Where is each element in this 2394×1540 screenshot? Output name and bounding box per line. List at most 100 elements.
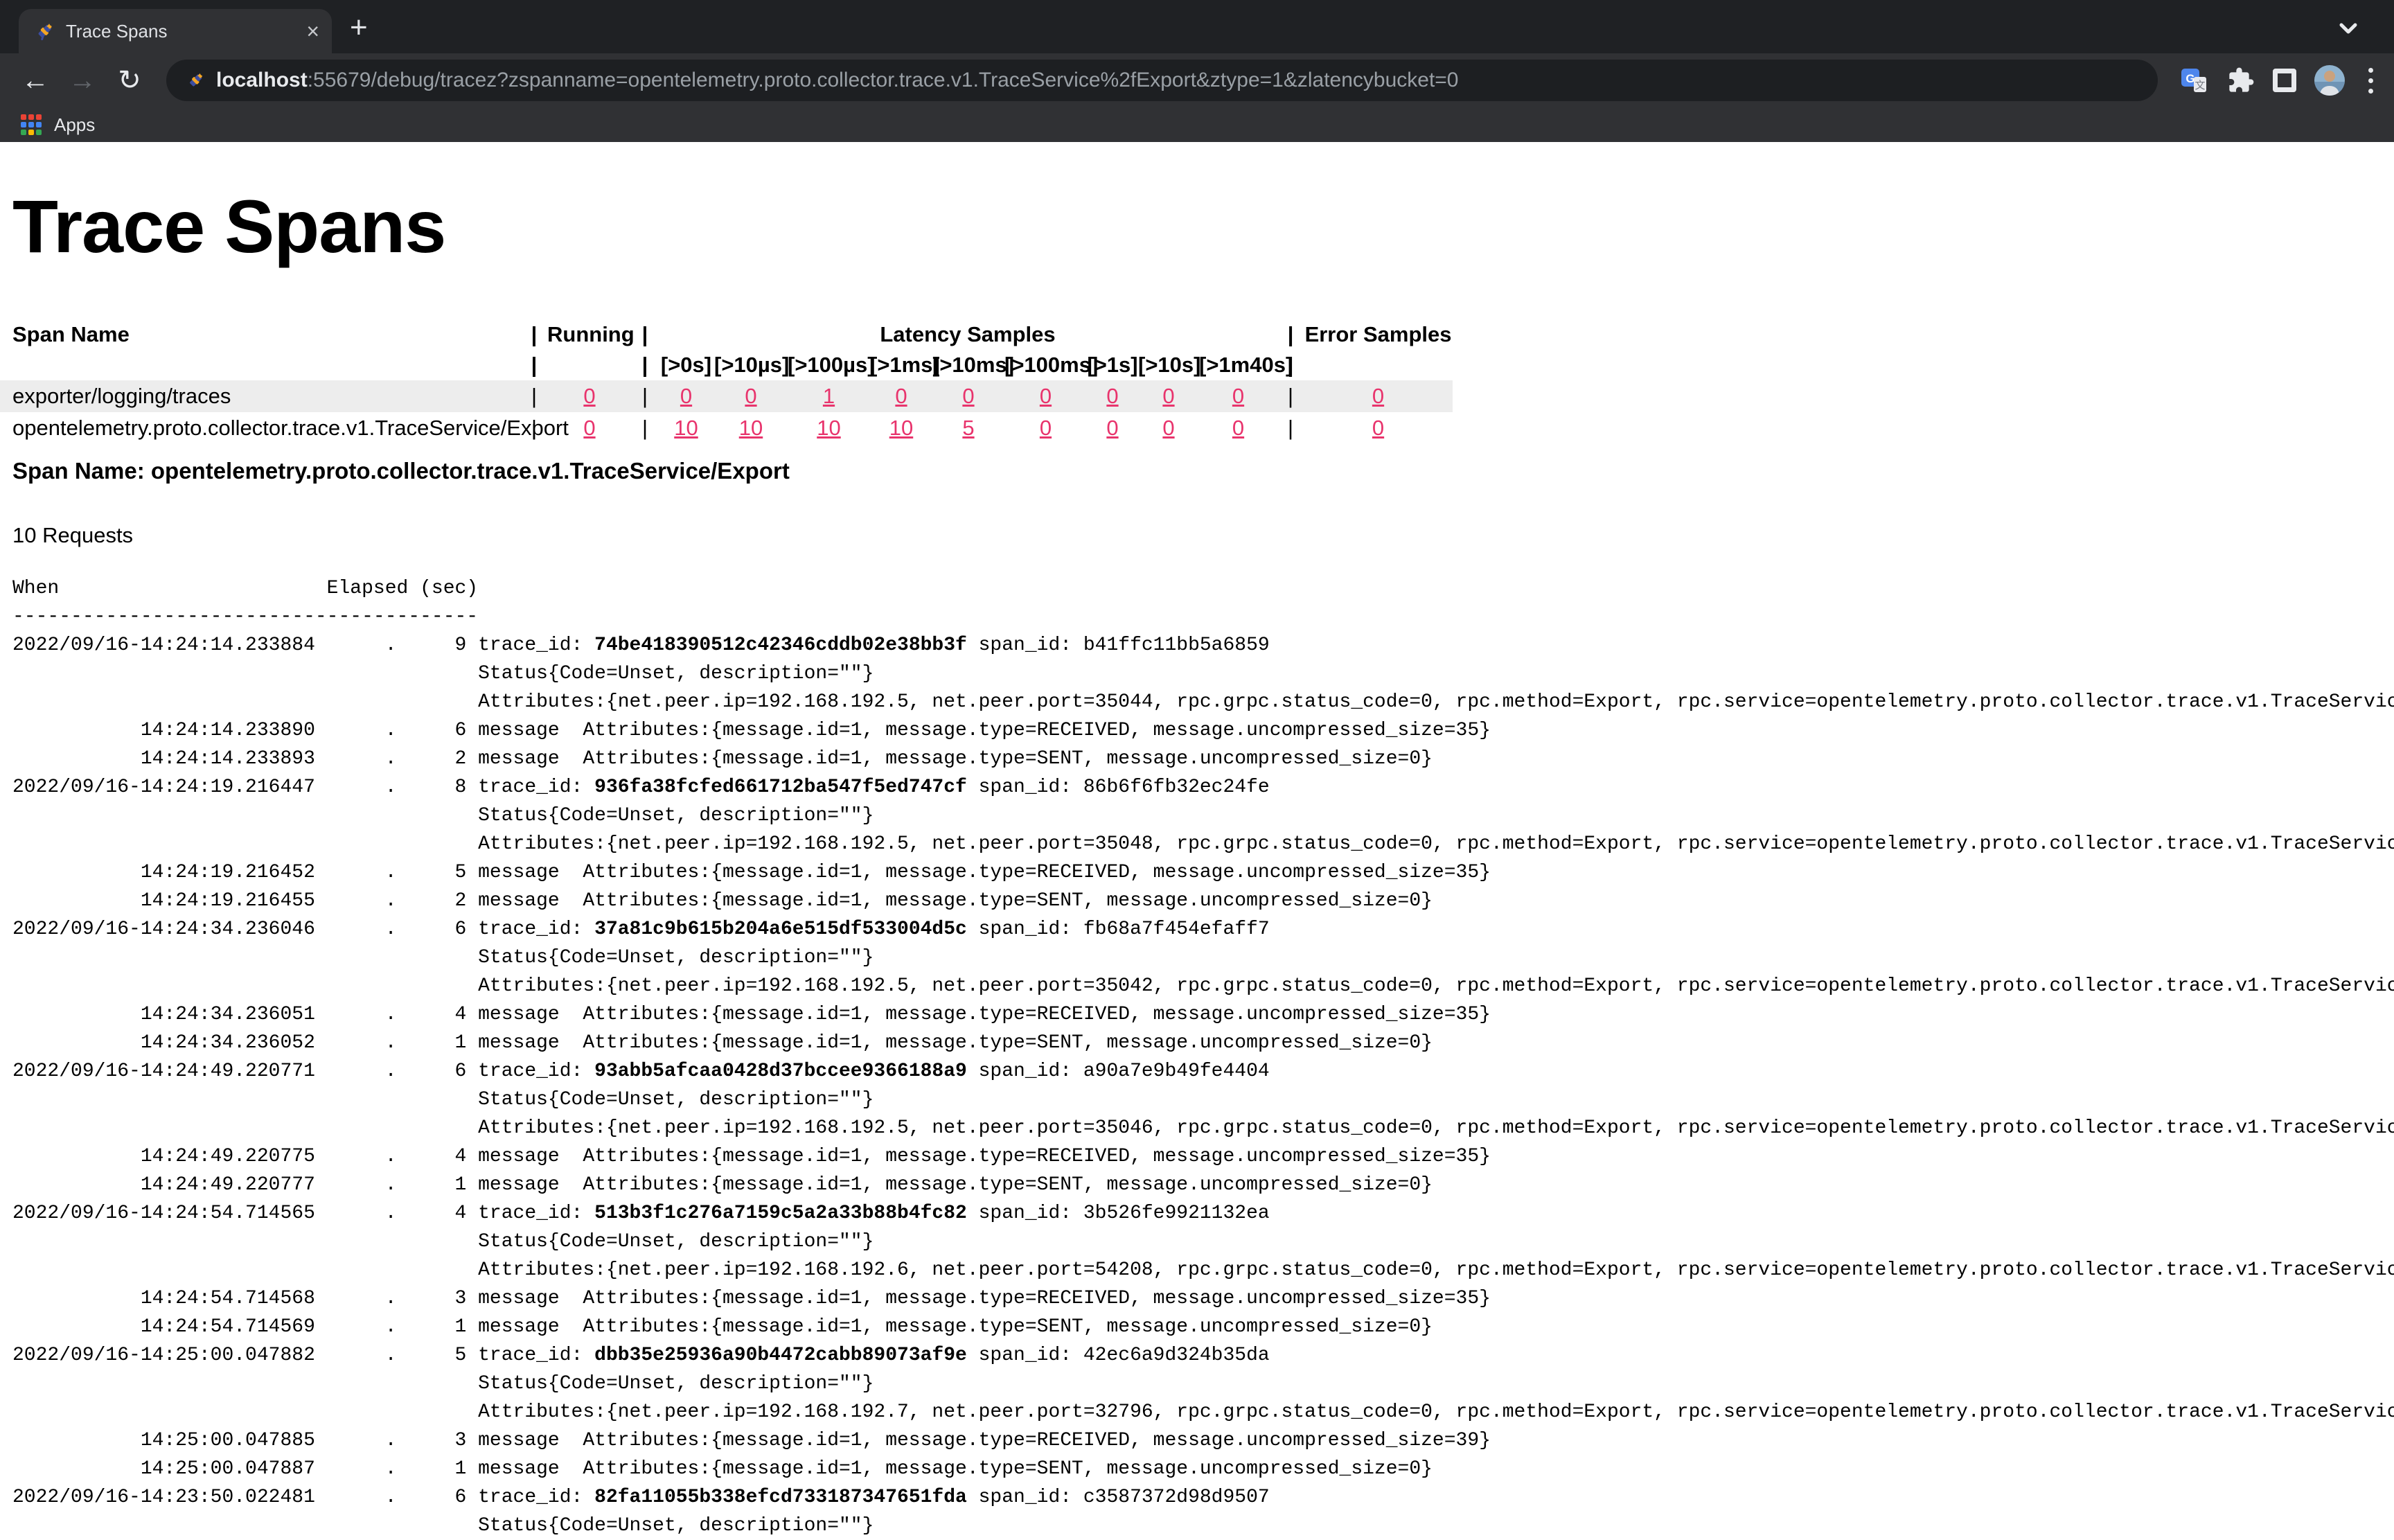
latency-bucket-cell: 0 [1087, 412, 1138, 444]
latency-bucket-cell: 10 [870, 412, 932, 444]
latency-bucket-cell: 0 [1138, 380, 1199, 412]
latency-bucket-cell: 5 [932, 412, 1004, 444]
latency-bucket-cell: 0 [932, 380, 1004, 412]
reload-button[interactable]: ↻ [109, 60, 150, 100]
sample-count-link[interactable]: 0 [1106, 416, 1118, 440]
table-row: opentelemetry.proto.collector.trace.v1.T… [0, 412, 1453, 444]
sample-count-link[interactable]: 5 [962, 416, 974, 440]
sample-count-link[interactable]: 10 [674, 416, 698, 440]
latency-bucket-cell: 0 [1138, 412, 1199, 444]
bucket-label: [>10ms] [932, 350, 1004, 380]
sample-count-link[interactable]: 0 [680, 384, 692, 408]
sample-count-link[interactable]: 0 [1040, 416, 1052, 440]
pipe-separator: | [521, 319, 547, 350]
url-path: :55679/debug/tracez?zspanname=openteleme… [308, 69, 1459, 91]
bookmarks-bar: Apps [0, 107, 2394, 142]
bucket-label: [>100µs] [788, 350, 870, 380]
omnibox-favicon-telescope-icon [186, 71, 205, 90]
sample-count-link[interactable]: 0 [1162, 384, 1174, 408]
sample-count-link[interactable]: 0 [1040, 384, 1052, 408]
forward-button[interactable]: → [62, 60, 103, 100]
browser-tab[interactable]: Trace Spans × [19, 9, 332, 53]
browser-toolbar: ← → ↻ localhost:55679/debug/tracez?zspan… [0, 53, 2394, 107]
col-header-running: Running [547, 319, 632, 350]
latency-bucket-cell: 0 [714, 380, 788, 412]
requests-count: 10 Requests [12, 523, 2394, 548]
tab-close-icon[interactable]: × [306, 20, 319, 42]
error-count-cell: 0 [1304, 380, 1453, 412]
latency-bucket-cell: 0 [1004, 412, 1087, 444]
span-name-cell: exporter/logging/traces [0, 380, 521, 412]
pipe-separator: | [521, 380, 547, 412]
sample-count-link[interactable]: 0 [1372, 416, 1384, 440]
span-summary-table: Span Name | Running | Latency Samples | … [0, 319, 1453, 444]
chevron-down-icon[interactable] [2334, 19, 2362, 39]
latency-bucket-cell: 0 [1087, 380, 1138, 412]
sample-count-link[interactable]: 0 [1106, 384, 1118, 408]
sample-count-link[interactable]: 0 [962, 384, 974, 408]
sample-count-link[interactable]: 0 [1232, 384, 1244, 408]
span-detail-heading: Span Name: opentelemetry.proto.collector… [12, 458, 2394, 484]
sample-count-link[interactable]: 1 [823, 384, 835, 408]
sample-count-link[interactable]: 0 [1162, 416, 1174, 440]
col-header-latency-samples: Latency Samples [658, 319, 1277, 350]
bookmark-apps[interactable]: Apps [54, 114, 95, 136]
bucket-label: [>1m40s] [1199, 350, 1277, 380]
url-host: localhost [216, 69, 308, 91]
latency-bucket-cell: 10 [788, 412, 870, 444]
latency-bucket-cell: 0 [1199, 412, 1277, 444]
svg-text:文: 文 [2194, 79, 2205, 91]
sample-count-link[interactable]: 0 [745, 384, 756, 408]
trace-id-value: 513b3f1c276a7159c5a2a33b88b4fc82 [594, 1203, 967, 1224]
bucket-label: [>10s] [1138, 350, 1199, 380]
extensions-puzzle-icon[interactable] [2227, 67, 2255, 94]
col-header-error-samples: Error Samples [1304, 319, 1453, 350]
pipe-separator: | [521, 350, 547, 380]
sample-count-link[interactable]: 10 [889, 416, 913, 440]
page-content: Trace Spans Span Name | Running | Latenc… [0, 184, 2394, 1540]
translate-extension-icon[interactable]: G 文 [2180, 66, 2209, 95]
latency-bucket-cell: 10 [714, 412, 788, 444]
address-bar[interactable]: localhost:55679/debug/tracez?zspanname=o… [166, 60, 2158, 101]
sample-count-link[interactable]: 0 [583, 416, 595, 440]
pipe-separator: | [1277, 412, 1304, 444]
sample-count-link[interactable]: 0 [583, 384, 595, 408]
latency-bucket-cell: 0 [870, 380, 932, 412]
tab-title: Trace Spans [66, 21, 295, 42]
pipe-separator: | [632, 319, 658, 350]
bucket-label: [>100ms] [1004, 350, 1087, 380]
tab-strip: Trace Spans × + [0, 0, 2394, 53]
url-text: localhost:55679/debug/tracez?zspanname=o… [216, 69, 1459, 92]
pipe-separator: | [1277, 319, 1304, 350]
pipe-separator: | [632, 350, 658, 380]
sample-count-link[interactable]: 0 [1232, 416, 1244, 440]
apps-grid-icon[interactable] [21, 114, 42, 135]
latency-bucket-cell: 10 [658, 412, 714, 444]
summary-table-body: exporter/logging/traces|0|001000000|0ope… [0, 380, 1453, 444]
latency-bucket-cell: 0 [1004, 380, 1087, 412]
page-title: Trace Spans [12, 184, 2394, 269]
trace-id-value: 37a81c9b615b204a6e515df533004d5c [594, 919, 967, 940]
col-header-span-name: Span Name [0, 319, 521, 350]
bucket-label: [>1s] [1087, 350, 1138, 380]
trace-log: When Elapsed (sec) ---------------------… [12, 574, 2394, 1540]
trace-id-value: 74be418390512c42346cddb02e38bb3f [594, 635, 967, 656]
sample-count-link[interactable]: 0 [1372, 384, 1384, 408]
back-button[interactable]: ← [15, 60, 55, 100]
bucket-label: [>1ms] [870, 350, 932, 380]
table-row: exporter/logging/traces|0|001000000|0 [0, 380, 1453, 412]
sample-count-link[interactable]: 0 [895, 384, 907, 408]
span-name-cell: opentelemetry.proto.collector.trace.v1.T… [0, 412, 521, 444]
profile-avatar[interactable] [2314, 65, 2345, 96]
trace-id-value: 93abb5afcaa0428d37bccee9366188a9 [594, 1061, 967, 1082]
sample-count-link[interactable]: 10 [739, 416, 763, 440]
bucket-header-row: | | [>0s][>10µs][>100µs][>1ms][>10ms][>1… [0, 350, 1453, 380]
side-panel-icon[interactable] [2273, 69, 2296, 92]
sample-count-link[interactable]: 10 [817, 416, 840, 440]
pipe-separator: | [632, 380, 658, 412]
browser-menu-icon[interactable] [2363, 68, 2379, 94]
bucket-label: [>10µs] [714, 350, 788, 380]
pipe-separator: | [632, 412, 658, 444]
new-tab-button[interactable]: + [350, 15, 368, 40]
pipe-separator: | [1277, 380, 1304, 412]
